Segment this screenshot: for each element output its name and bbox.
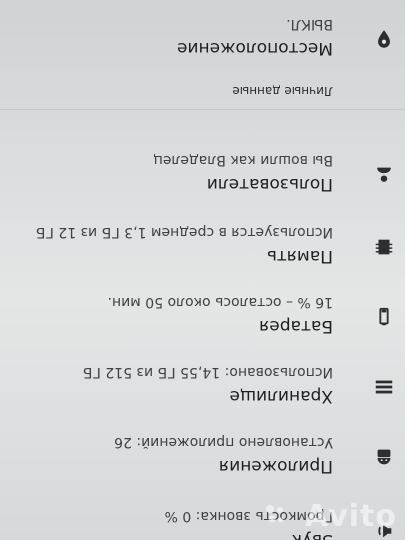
section-header-personal: Личные данные bbox=[232, 84, 333, 98]
storage-icon bbox=[375, 380, 393, 394]
android-icon bbox=[377, 449, 391, 465]
settings-item-title: Память bbox=[266, 246, 333, 266]
settings-item-title: Пользователи bbox=[206, 174, 333, 194]
user-icon bbox=[377, 167, 391, 182]
settings-list-rotated: Звук Громкость звонка: 0 % Приложения Ус… bbox=[0, 0, 405, 540]
settings-item-apps[interactable]: Приложения Установлено приложений: 26 bbox=[0, 422, 405, 488]
settings-item-title: Хранилище bbox=[229, 386, 333, 406]
memory-icon bbox=[375, 239, 393, 255]
settings-screen-photo: Звук Громкость звонка: 0 % Приложения Ус… bbox=[0, 0, 405, 540]
settings-item-battery[interactable]: Батарея 16 % – осталось около 50 мин. bbox=[0, 282, 405, 348]
settings-item-storage[interactable]: Хранилище Использовано: 14,55 ГБ из 512 … bbox=[0, 352, 405, 418]
section-divider bbox=[0, 109, 405, 110]
settings-item-memory[interactable]: Память Используется в среднем 1,3 ГБ из … bbox=[0, 212, 405, 278]
settings-item-subtitle: Вы вошли как Владелец bbox=[153, 152, 333, 168]
watermark-logo-icon bbox=[266, 505, 284, 523]
settings-item-title: Приложения bbox=[218, 456, 333, 476]
settings-item-subtitle: Используется в среднем 1,3 ГБ из 12 ГБ bbox=[35, 224, 333, 240]
settings-item-subtitle: Установлено приложений: 26 bbox=[114, 434, 333, 450]
battery-icon bbox=[379, 307, 389, 326]
settings-item-users[interactable]: Пользователи Вы вошли как Владелец bbox=[0, 140, 405, 206]
watermark-text: Avito bbox=[305, 499, 397, 534]
settings-item-subtitle: ВЫКЛ. bbox=[286, 16, 333, 32]
settings-item-location[interactable]: Местоположение ВЫКЛ. bbox=[0, 4, 405, 70]
settings-item-subtitle: 16 % – осталось около 50 мин. bbox=[107, 294, 333, 310]
settings-item-subtitle: Использовано: 14,55 ГБ из 512 ГБ bbox=[82, 364, 333, 380]
location-icon bbox=[378, 30, 390, 48]
settings-item-title: Местоположение bbox=[177, 38, 333, 58]
settings-item-title: Батарея bbox=[259, 316, 333, 336]
